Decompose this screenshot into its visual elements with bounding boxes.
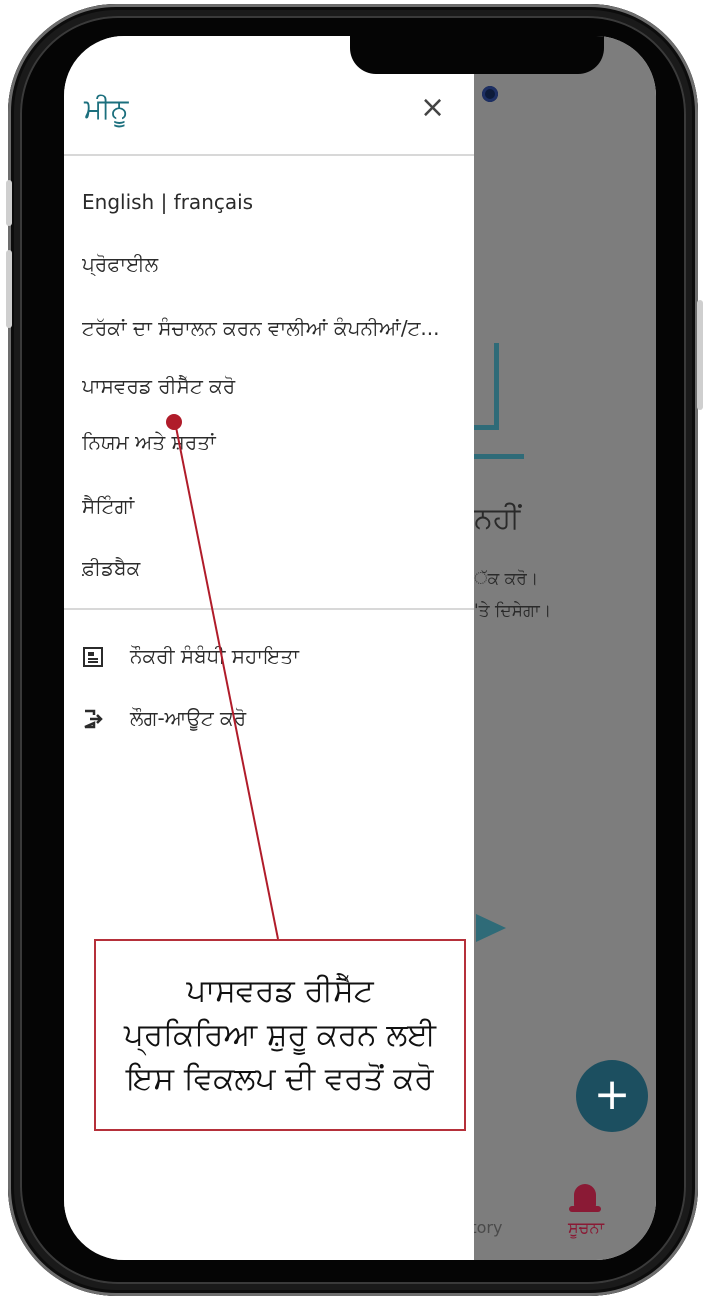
callout-text: ਪਾਸਵਰਡ ਰੀਸੈੱਟ ਪ੍ਰਕਿਰਿਆ ਸ਼ੁਰੂ ਕਰਨ ਲਈ ਇਸ ਵ… — [123, 973, 437, 1097]
callout-dot — [166, 414, 182, 430]
callout-annotation: ਪਾਸਵਰਡ ਰੀਸੈੱਟ ਪ੍ਰਕਿਰਿਆ ਸ਼ੁਰੂ ਕਰਨ ਲਈ ਇਸ ਵ… — [94, 939, 466, 1131]
